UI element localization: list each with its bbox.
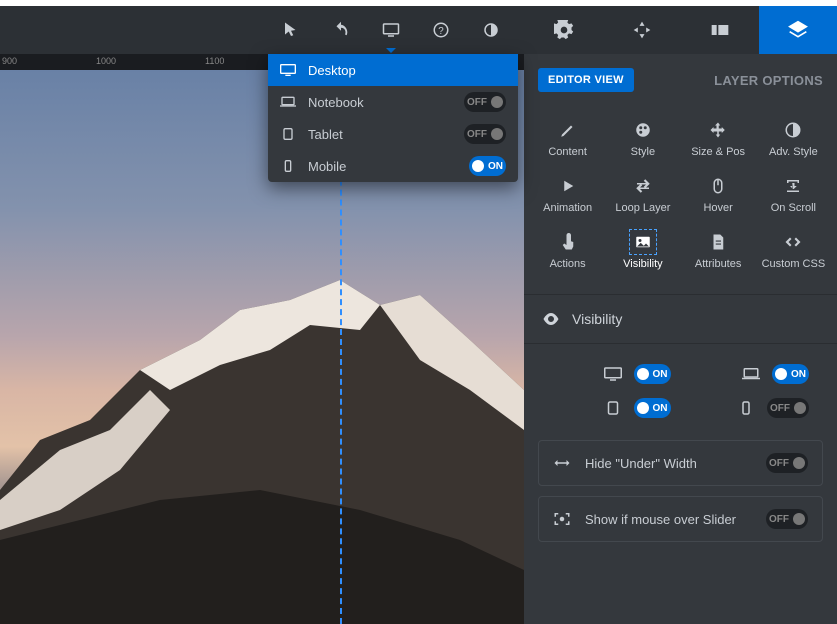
device-toggle[interactable]: ON — [469, 156, 506, 176]
editor-view-badge[interactable]: EDITOR VIEW — [538, 68, 634, 92]
download-icon — [784, 177, 802, 195]
prop-on-scroll[interactable]: On Scroll — [756, 170, 831, 220]
row-toggle[interactable]: OFF — [766, 509, 808, 529]
tap-icon — [559, 233, 577, 251]
notebook-icon — [742, 367, 760, 381]
row-show-mouse-over: Show if mouse over Slider OFF — [538, 496, 823, 542]
document-icon — [709, 233, 727, 251]
vis-tablet: ON — [552, 398, 671, 418]
prop-content[interactable]: Content — [530, 114, 605, 164]
prop-visibility[interactable]: Visibility — [605, 226, 680, 276]
mobile-icon — [737, 401, 755, 415]
tablet-icon — [604, 401, 622, 415]
row-toggle[interactable]: OFF — [766, 453, 808, 473]
layer-options-panel: EDITOR VIEW LAYER OPTIONS Content Style … — [524, 54, 837, 624]
contrast-button[interactable] — [466, 6, 516, 54]
tab-layers[interactable] — [759, 6, 837, 54]
prop-animation[interactable]: Animation — [530, 170, 605, 220]
tab-settings[interactable] — [525, 6, 603, 54]
contrast-icon — [784, 121, 802, 139]
device-option-notebook[interactable]: Notebook OFF — [268, 86, 518, 118]
image-icon — [634, 233, 652, 251]
focus-icon — [553, 511, 571, 527]
eye-icon — [542, 312, 560, 326]
mobile-icon — [280, 159, 296, 173]
desktop-icon — [280, 63, 296, 77]
desktop-icon — [604, 367, 622, 381]
notebook-icon — [280, 95, 296, 109]
device-label: Mobile — [308, 159, 457, 174]
tablet-icon — [280, 127, 296, 141]
device-label: Tablet — [308, 127, 452, 142]
device-label: Notebook — [308, 95, 452, 110]
loop-icon — [634, 177, 652, 195]
vis-toggle[interactable]: ON — [772, 364, 809, 384]
svg-text:?: ? — [438, 26, 444, 37]
section-title: Visibility — [572, 311, 622, 327]
prop-attributes[interactable]: Attributes — [681, 226, 756, 276]
pencil-icon — [559, 121, 577, 139]
cursor-tool[interactable] — [266, 6, 316, 54]
prop-size-pos[interactable]: Size & Pos — [681, 114, 756, 164]
prop-adv-style[interactable]: Adv. Style — [756, 114, 831, 164]
prop-hover[interactable]: Hover — [681, 170, 756, 220]
row-hide-under-width: Hide "Under" Width OFF — [538, 440, 823, 486]
move-icon — [709, 121, 727, 139]
sidebar-tabs — [525, 6, 837, 54]
ruler-tick: 900 — [2, 56, 17, 66]
device-option-mobile[interactable]: Mobile ON — [268, 150, 518, 182]
tab-navigation[interactable] — [603, 6, 681, 54]
visibility-grid: ON ON ON OFF — [524, 344, 837, 440]
panel-header: EDITOR VIEW LAYER OPTIONS — [524, 54, 837, 100]
top-toolbar: ? — [0, 6, 837, 54]
vis-toggle[interactable]: ON — [634, 398, 671, 418]
tab-slides[interactable] — [681, 6, 759, 54]
vis-desktop: ON — [552, 364, 671, 384]
play-icon — [559, 177, 577, 195]
vis-toggle[interactable]: ON — [634, 364, 671, 384]
device-option-desktop[interactable]: Desktop — [268, 54, 518, 86]
section-header-visibility[interactable]: Visibility — [524, 295, 837, 344]
help-button[interactable]: ? — [416, 6, 466, 54]
row-label: Hide "Under" Width — [585, 456, 752, 471]
ruler-tick: 1100 — [205, 56, 224, 66]
toolbar-tools: ? — [0, 6, 524, 54]
property-grid: Content Style Size & Pos Adv. Style Anim… — [524, 100, 837, 295]
prop-style[interactable]: Style — [605, 114, 680, 164]
prop-loop-layer[interactable]: Loop Layer — [605, 170, 680, 220]
code-icon — [784, 233, 802, 251]
device-toggle[interactable]: OFF — [464, 124, 506, 144]
prop-custom-css[interactable]: Custom CSS — [756, 226, 831, 276]
width-icon — [553, 455, 571, 471]
vis-notebook: ON — [691, 364, 810, 384]
row-label: Show if mouse over Slider — [585, 512, 752, 527]
mouse-icon — [709, 177, 727, 195]
undo-button[interactable] — [316, 6, 366, 54]
ruler-tick: 1000 — [96, 56, 116, 66]
device-toggle[interactable]: OFF — [464, 92, 506, 112]
prop-actions[interactable]: Actions — [530, 226, 605, 276]
device-preview-button[interactable] — [366, 6, 416, 54]
device-dropdown: Desktop Notebook OFF Tablet OFF Mobile O… — [268, 54, 518, 182]
palette-icon — [634, 121, 652, 139]
layer-options-title[interactable]: LAYER OPTIONS — [714, 73, 823, 88]
vis-toggle[interactable]: OFF — [767, 398, 809, 418]
device-label: Desktop — [308, 63, 506, 78]
vis-mobile: OFF — [691, 398, 810, 418]
device-option-tablet[interactable]: Tablet OFF — [268, 118, 518, 150]
